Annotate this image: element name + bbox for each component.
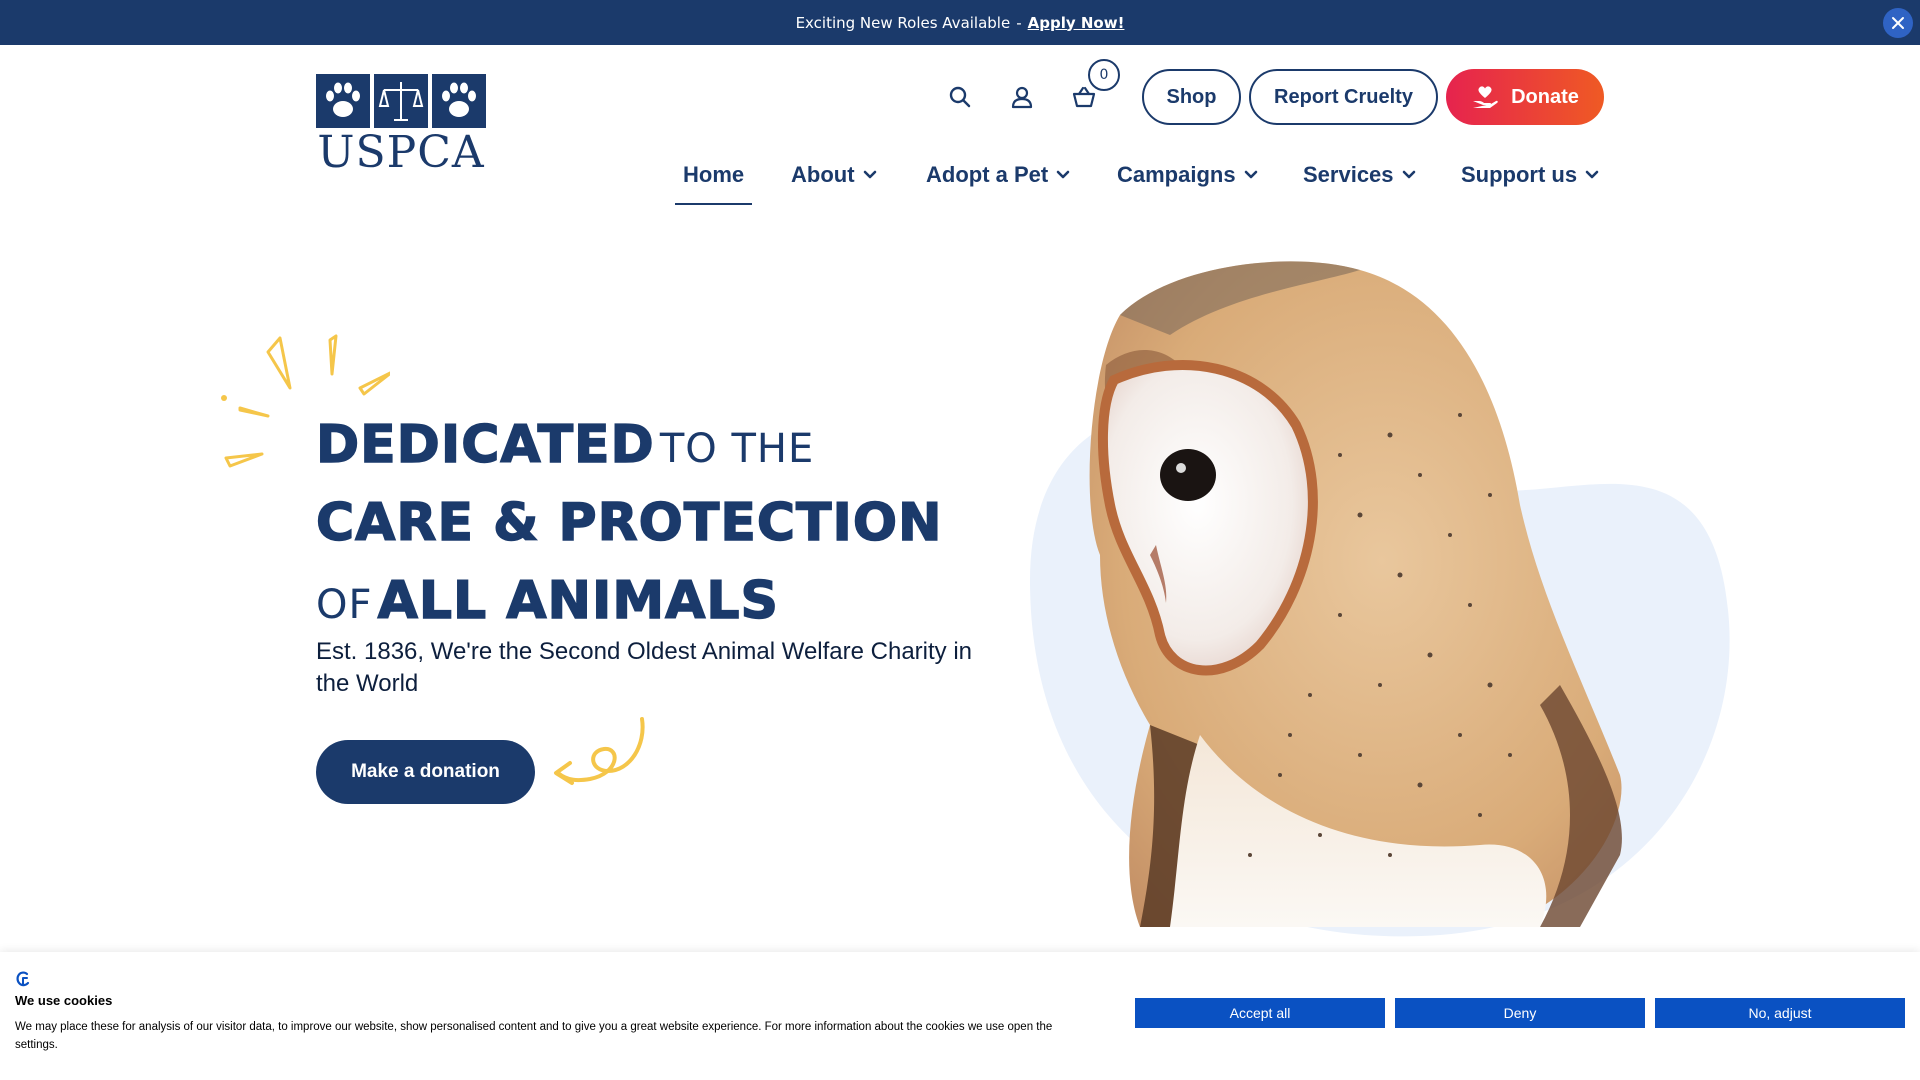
nav-home-label: Home (683, 162, 745, 187)
donate-button[interactable]: Donate (1446, 69, 1604, 125)
nav-about[interactable]: About (791, 155, 877, 195)
logo-emblem (316, 74, 486, 128)
nav-about-label: About (791, 162, 855, 187)
deny-cookies-button[interactable]: Deny (1395, 998, 1645, 1028)
curly-arrow-decoration (554, 717, 645, 785)
banner-close-button[interactable] (1883, 8, 1913, 38)
chevron-down-icon (1244, 170, 1257, 179)
basket-count-badge: 0 (1088, 59, 1120, 91)
announcement-banner: Exciting New Roles Available - Apply Now… (0, 0, 1920, 45)
account-button[interactable] (1007, 82, 1037, 112)
adjust-cookies-button[interactable]: No, adjust (1655, 998, 1905, 1028)
barn-owl-image (1089, 261, 1622, 927)
cookie-consent-logo-icon (16, 971, 30, 987)
hero-title-care-protection: Care & Protection (315, 492, 943, 554)
make-donation-button[interactable]: Make a donation (316, 740, 535, 804)
banner-separator: - (1016, 13, 1022, 32)
accept-all-cookies-button[interactable]: Accept all (1135, 998, 1385, 1028)
hero-title-to-the: to the (659, 426, 815, 472)
cookie-description: We may place these for analysis of our v… (15, 1021, 1053, 1051)
nav-home[interactable]: Home (674, 155, 753, 205)
search-icon (949, 86, 971, 108)
nav-adopt-label: Adopt a Pet (926, 162, 1049, 187)
chevron-down-icon (1585, 170, 1599, 179)
logo-text: USPCA (317, 127, 485, 178)
apply-now-link[interactable]: Apply Now! (1028, 14, 1125, 32)
hero-title-dedicated: Dedicated (315, 414, 655, 476)
nav-support[interactable]: Support us (1461, 155, 1599, 195)
cookie-title: We use cookies (15, 993, 113, 1008)
shop-button[interactable]: Shop (1142, 69, 1241, 125)
basket-icon (1072, 86, 1096, 108)
chevron-down-icon (863, 170, 876, 179)
chevron-down-icon (1056, 170, 1070, 179)
heart-hand-icon (1473, 86, 1498, 108)
hero-title-of: of (316, 582, 373, 628)
hero-title-all-animals: All Animals (377, 570, 779, 632)
nav-services[interactable]: Services (1303, 155, 1416, 195)
report-cruelty-button[interactable]: Report Cruelty (1249, 69, 1438, 125)
hero-title: Dedicated to the Care & Protection of Al… (315, 412, 956, 646)
user-icon (1011, 86, 1033, 109)
search-button[interactable] (945, 82, 975, 112)
donate-label: Donate (1511, 85, 1579, 108)
nav-support-label: Support us (1461, 162, 1578, 187)
hero-subtitle: Est. 1836, We're the Second Oldest Anima… (316, 638, 973, 697)
nav-adopt[interactable]: Adopt a Pet (926, 155, 1070, 195)
banner-text: Exciting New Roles Available (795, 13, 1011, 32)
nav-services-label: Services (1303, 162, 1394, 187)
nav-campaigns[interactable]: Campaigns (1117, 155, 1258, 195)
chevron-down-icon (1402, 170, 1415, 179)
nav-campaigns-label: Campaigns (1117, 162, 1236, 187)
close-icon (1892, 17, 1904, 29)
uspca-logo[interactable]: USPCA (316, 74, 486, 176)
